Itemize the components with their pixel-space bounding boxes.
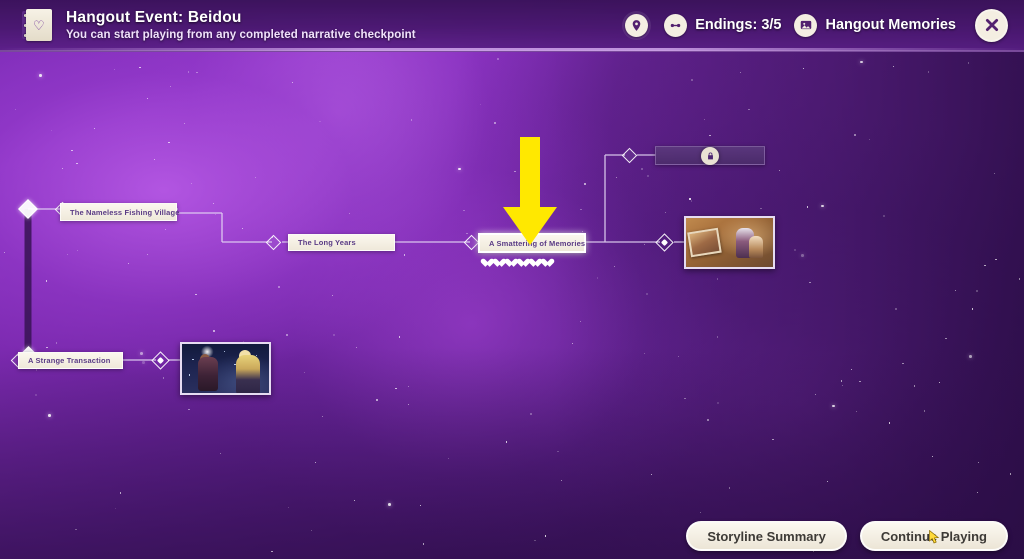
character-figure bbox=[748, 235, 763, 258]
character-figure bbox=[235, 354, 260, 393]
lock-icon bbox=[701, 146, 719, 165]
graph-connectors bbox=[18, 154, 684, 361]
page-title: Hangout Event: Beidou bbox=[66, 9, 242, 26]
footer-actions: Storyline Summary Continue Playing bbox=[686, 521, 1008, 551]
story-node-nameless-fishing-village[interactable]: The Nameless Fishing Village bbox=[60, 203, 180, 221]
character-figure bbox=[197, 356, 218, 391]
story-node-label: A Strange Transaction bbox=[28, 356, 111, 365]
header-divider bbox=[0, 48, 1024, 51]
hangout-memories-button[interactable]: Hangout Memories bbox=[794, 13, 956, 37]
location-pin-icon bbox=[625, 13, 649, 37]
picture-icon bbox=[794, 13, 818, 37]
endings-icon bbox=[664, 13, 688, 37]
page-subtitle: You can start playing from any completed… bbox=[66, 29, 416, 41]
hangout-memories-label: Hangout Memories bbox=[825, 17, 956, 33]
story-node-the-long-years[interactable]: The Long Years bbox=[288, 234, 395, 251]
story-node-locked[interactable] bbox=[655, 146, 765, 165]
hangout-event-screen: ♡ Hangout Event: Beidou You can start pl… bbox=[0, 0, 1024, 559]
down-arrow-annotation bbox=[500, 137, 560, 252]
endings-label: Endings: 3/5 bbox=[695, 17, 782, 33]
storyline-graph: The Nameless Fishing Village The Long Ye… bbox=[0, 52, 1024, 559]
title-block: Hangout Event: Beidou You can start play… bbox=[66, 9, 416, 41]
heart-icon bbox=[505, 258, 514, 267]
photograph-prop bbox=[687, 227, 723, 258]
memory-thumbnail-left[interactable] bbox=[180, 342, 271, 395]
heart-icon bbox=[493, 258, 502, 267]
close-icon bbox=[985, 18, 998, 32]
storyline-summary-button[interactable]: Storyline Summary bbox=[686, 521, 847, 551]
journal-heart-icon: ♡ bbox=[22, 9, 52, 41]
memory-thumbnail-right[interactable] bbox=[684, 216, 775, 269]
affinity-hearts bbox=[481, 258, 550, 267]
heart-icon bbox=[541, 258, 550, 267]
story-node-label: The Long Years bbox=[298, 238, 356, 247]
cursor-icon bbox=[929, 529, 940, 544]
location-pin-button[interactable] bbox=[622, 10, 652, 40]
header-actions: Endings: 3/5 Hangout Memories bbox=[622, 8, 1008, 42]
story-node-a-strange-transaction[interactable]: A Strange Transaction bbox=[18, 352, 123, 369]
close-button[interactable] bbox=[975, 8, 1008, 42]
story-node-label: The Nameless Fishing Village bbox=[70, 207, 180, 217]
heart-icon bbox=[481, 258, 490, 267]
heart-icon bbox=[517, 258, 526, 267]
heart-icon bbox=[529, 258, 538, 267]
endings-indicator[interactable]: Endings: 3/5 bbox=[664, 13, 782, 37]
header-bar: ♡ Hangout Event: Beidou You can start pl… bbox=[0, 0, 1024, 52]
